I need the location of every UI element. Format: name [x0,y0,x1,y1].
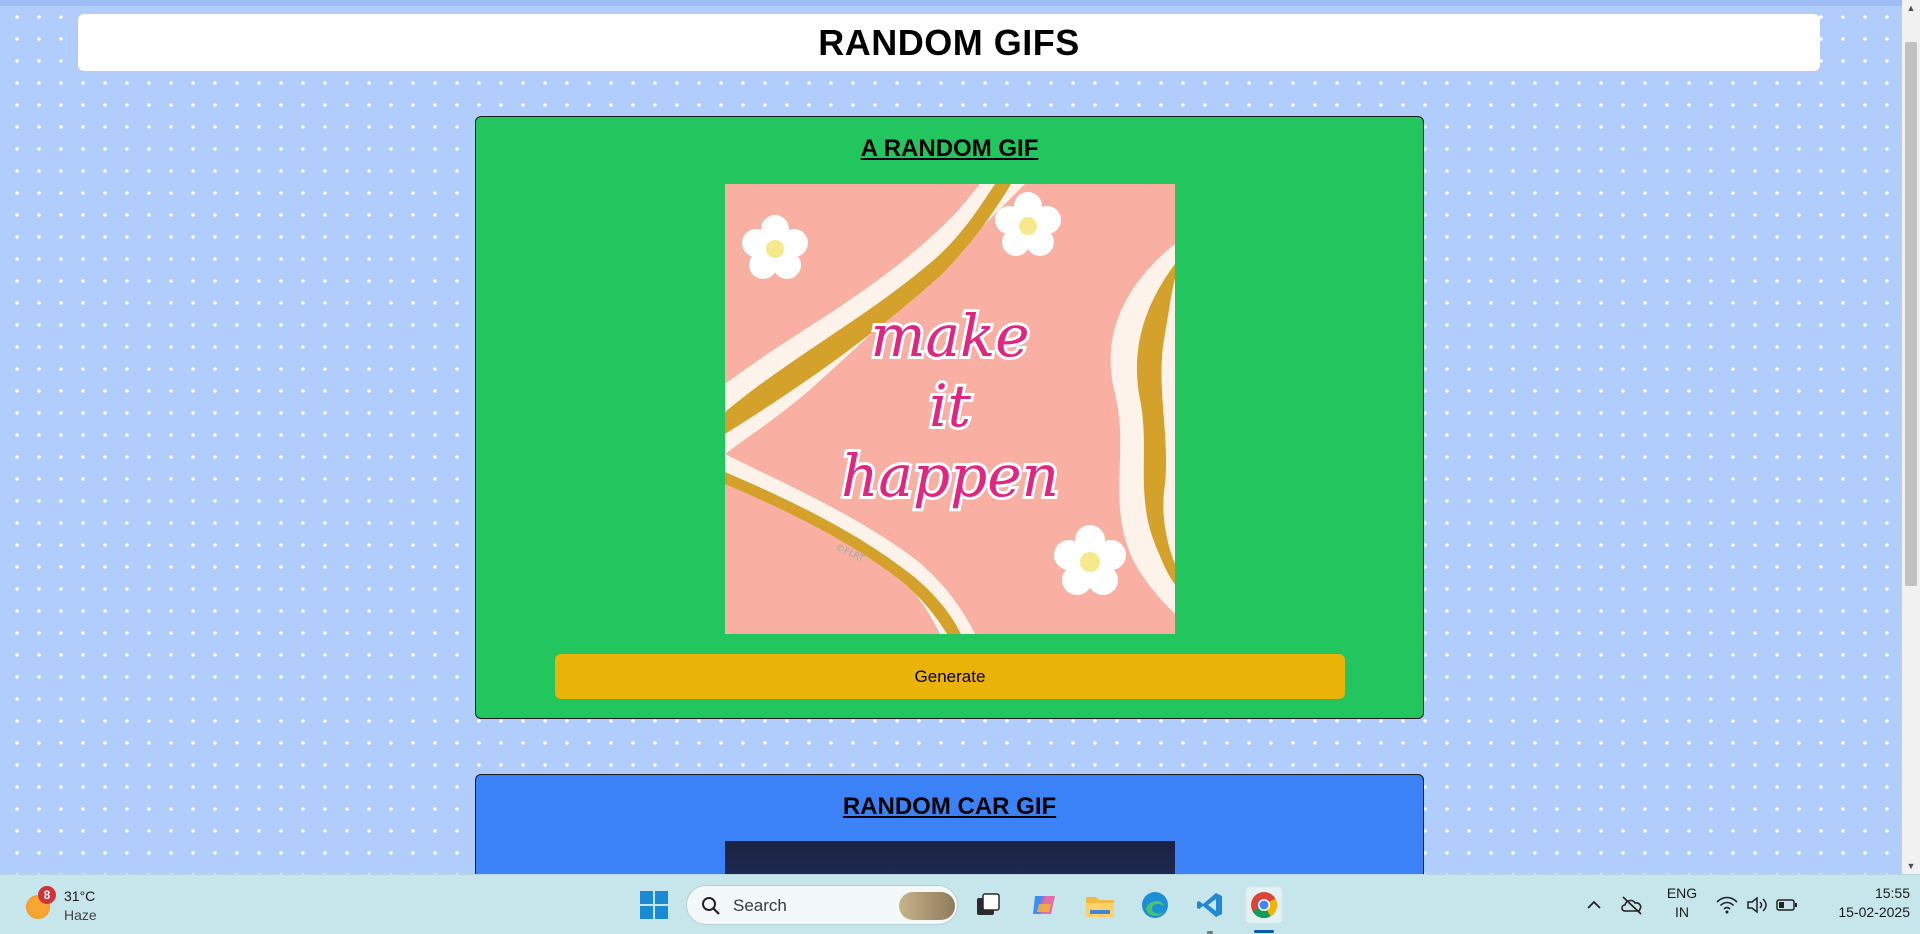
vscode-icon[interactable] [1192,887,1228,923]
search-highlight-image [899,892,955,920]
gif-text-line-2-fill: it [929,372,972,440]
windows-taskbar: 8 31°C Haze Search ENG IN 15:55 15-02-20… [0,874,1920,934]
clock-time: 15:55 [1874,885,1910,901]
chevron-up-icon[interactable] [1574,887,1614,923]
scroll-thumb[interactable] [1905,42,1917,586]
scroll-up-arrow-icon[interactable]: ▲ [1902,0,1920,16]
scroll-down-arrow-icon[interactable]: ▼ [1902,858,1920,874]
gif-text-line-1-fill: make [870,302,1029,370]
vertical-scrollbar[interactable]: ▲ ▼ [1902,0,1920,874]
car-gif-image [725,841,1175,874]
browser-viewport: RANDOM GIFS A RANDOM GIF make make it it… [0,0,1902,874]
language-indicator[interactable]: ENG IN [1662,885,1702,920]
top-strip [0,0,1902,6]
generate-button[interactable]: Generate [555,654,1345,699]
taskbar-search[interactable]: Search [686,885,958,925]
search-placeholder: Search [733,896,787,915]
onedrive-offline-icon[interactable] [1614,887,1650,923]
edge-browser-icon[interactable] [1137,887,1173,923]
volume-icon[interactable] [1742,887,1772,923]
clock-date: 15-02-2025 [1838,904,1910,920]
language-code: ENG [1666,885,1698,901]
card-title: RANDOM CAR GIF [842,793,1057,820]
region-code: IN [1675,904,1689,920]
copilot-icon[interactable] [1026,887,1062,923]
random-gif-image: make make it it happen happen ©FLRT [725,184,1175,634]
file-explorer-icon[interactable] [1082,887,1118,923]
active-app-indicator [1254,930,1274,933]
weather-temperature: 31°C [64,888,96,904]
card-title: A RANDOM GIF [860,135,1039,162]
task-view-icon[interactable] [970,887,1006,923]
wifi-icon[interactable] [1712,887,1742,923]
battery-icon[interactable] [1772,887,1802,923]
random-gif-card: A RANDOM GIF make make it it happen happ… [475,116,1424,719]
random-car-gif-card: RANDOM CAR GIF [475,774,1424,874]
weather-widget[interactable]: 8 31°C Haze [22,885,132,927]
search-icon [702,897,720,915]
notification-badge: 8 [38,886,56,904]
clock[interactable]: 15:55 15-02-2025 [1814,885,1910,920]
chrome-browser-icon[interactable] [1246,887,1282,923]
page-header: RANDOM GIFS [78,14,1820,71]
page-title: RANDOM GIFS [818,21,1080,63]
windows-start-icon[interactable] [636,887,672,923]
weather-condition: Haze [64,907,97,923]
gif-artwork: make make it it happen happen ©FLRT [725,184,1175,634]
gif-text-line-3-fill: happen [841,442,1059,510]
